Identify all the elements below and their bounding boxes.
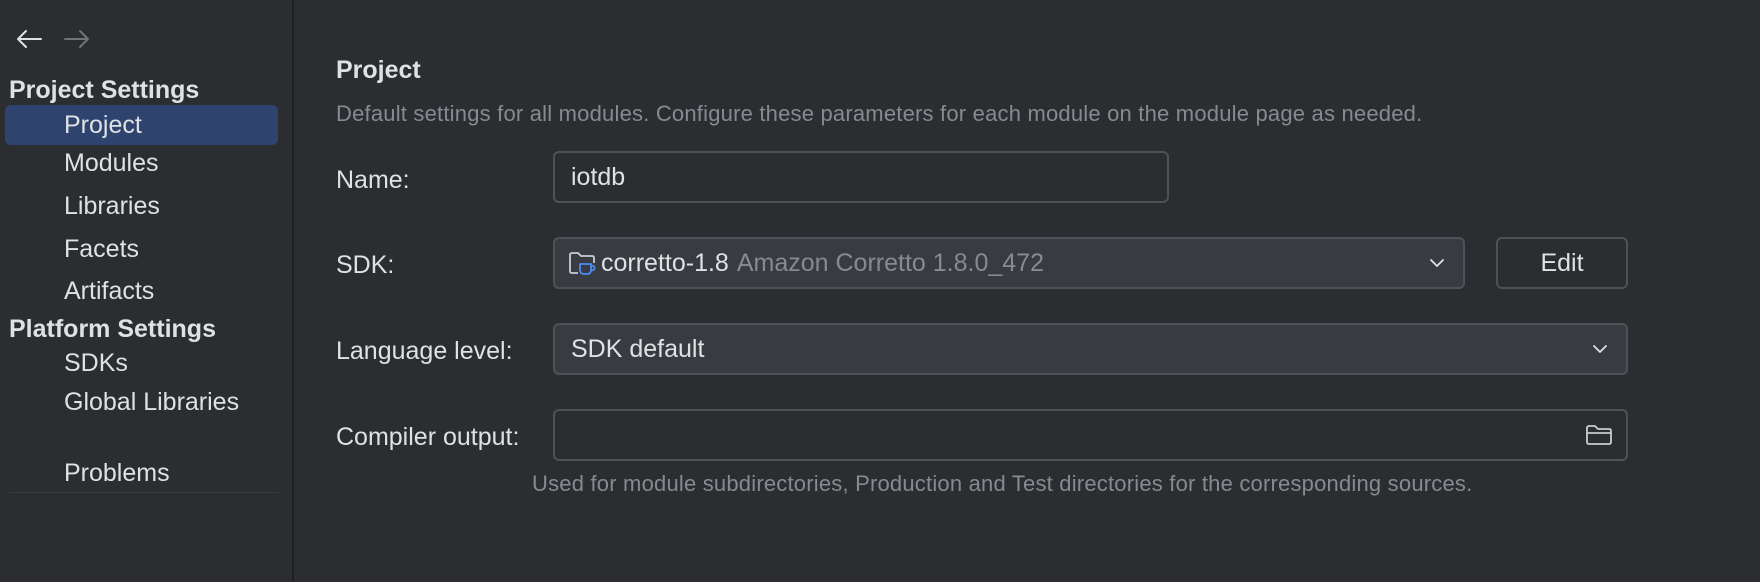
language-level-dropdown[interactable]: SDK default: [553, 323, 1628, 375]
sdk-label: SDK:: [336, 251, 395, 279]
compiler-output-field[interactable]: [553, 409, 1628, 461]
language-level-value: SDK default: [571, 334, 705, 363]
name-label: Name:: [336, 166, 410, 194]
sdk-folder-icon: [569, 252, 596, 275]
sidebar-item-problems[interactable]: Problems: [5, 453, 278, 493]
sdk-name: corretto-1.8: [601, 248, 729, 277]
page-title: Project: [336, 56, 421, 84]
edit-sdk-button[interactable]: Edit: [1496, 237, 1628, 289]
folder-icon[interactable]: [1584, 423, 1614, 447]
project-settings-heading: Project Settings: [9, 76, 200, 104]
sidebar-item-artifacts[interactable]: Artifacts: [5, 271, 278, 311]
sidebar-item-libraries[interactable]: Libraries: [5, 186, 278, 226]
chevron-down-icon: [1430, 259, 1444, 267]
forward-button[interactable]: [62, 24, 92, 54]
sidebar-item-project[interactable]: Project: [5, 105, 278, 145]
sidebar-item-global-libraries[interactable]: Global Libraries: [5, 382, 278, 422]
chevron-down-icon: [1593, 345, 1607, 353]
back-button[interactable]: [14, 24, 44, 54]
platform-settings-heading: Platform Settings: [9, 315, 216, 343]
arrow-left-icon: [17, 30, 42, 48]
name-field[interactable]: iotdb: [553, 151, 1169, 203]
sidebar-item-facets[interactable]: Facets: [5, 229, 278, 269]
sidebar-item-sdks[interactable]: SDKs: [5, 343, 278, 383]
main-panel: Project Default settings for all modules…: [296, 0, 1760, 582]
name-value: iotdb: [571, 162, 626, 191]
sidebar: Project Settings Project Modules Librari…: [0, 0, 294, 582]
sidebar-item-modules[interactable]: Modules: [5, 143, 278, 183]
page-description: Default settings for all modules. Config…: [336, 101, 1423, 126]
project-structure-dialog: Project Settings Project Modules Librari…: [0, 0, 1760, 582]
sdk-dropdown[interactable]: corretto-1.8 Amazon Corretto 1.8.0_472: [553, 237, 1465, 289]
arrow-right-icon: [64, 30, 89, 48]
language-level-label: Language level:: [336, 337, 513, 365]
compiler-output-label: Compiler output:: [336, 423, 520, 451]
compiler-output-hint: Used for module subdirectories, Producti…: [532, 471, 1473, 496]
navigation-arrows: [14, 24, 92, 54]
sdk-detail: Amazon Corretto 1.8.0_472: [736, 248, 1044, 277]
